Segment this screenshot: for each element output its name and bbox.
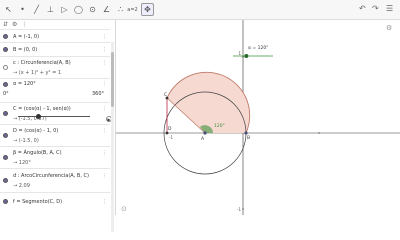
angle-label: 120° <box>214 123 225 129</box>
slider-tool-icon[interactable]: a=2 <box>126 3 139 16</box>
item-definition[interactable]: c : Circunferencia(A, B) <box>13 60 71 66</box>
graphics-slider-knob <box>244 54 249 58</box>
more-icon[interactable]: ⋮ <box>21 21 27 28</box>
label-A: A <box>201 136 205 142</box>
visibility-toggle[interactable] <box>3 82 8 87</box>
label-D: D <box>168 126 172 132</box>
point-tool-icon[interactable]: • <box>16 3 29 16</box>
list-item[interactable]: B = (0, 0) ⋮ <box>0 42 110 56</box>
alpha-slider-track[interactable] <box>18 116 90 117</box>
list-item[interactable]: d : ArcoCircunferencia(A, B, C) → 2.09 ⋮ <box>0 168 110 192</box>
ellipse-tool-icon[interactable]: ⊙ <box>86 3 99 16</box>
point-B <box>244 131 248 135</box>
visibility-toggle[interactable] <box>3 199 8 204</box>
point-D <box>165 131 169 135</box>
item-menu-icon[interactable]: ⋮ <box>102 106 107 112</box>
item-definition[interactable]: A = (-1, 0) <box>13 34 39 40</box>
item-result: → 120° <box>13 160 31 166</box>
label-B: B <box>247 135 250 141</box>
item-result: → 2.09 <box>13 183 30 189</box>
list-item[interactable]: c : Circunferencia(A, B) → (x + 1)² + y²… <box>0 56 110 78</box>
item-definition[interactable]: C = (cos(α) - 1, sen(α)) <box>13 106 71 112</box>
item-definition[interactable]: D = (cos(α) - 1, 0) <box>13 128 58 134</box>
list-item[interactable]: α = 120° 0° 360° ⋮ <box>0 78 110 102</box>
menu-icon[interactable]: ☰ <box>386 4 393 13</box>
item-definition[interactable]: α = 120° <box>13 81 36 87</box>
visibility-toggle[interactable] <box>3 111 8 116</box>
x-tick-label: -1 <box>169 135 173 140</box>
graphics-canvas[interactable]: 1 -1 -1 120° C D A B α = 120° <box>116 20 400 215</box>
algebra-view: ⇵ ⚙ ⋮ A = (-1, 0) ⋮ B = (0, 0) ⋮ c : Cir… <box>0 20 116 232</box>
point-A <box>203 131 207 135</box>
item-menu-icon[interactable]: ⋮ <box>102 173 107 179</box>
item-definition[interactable]: f = Segmento(C, D) <box>13 199 62 205</box>
algebra-scrollbar[interactable] <box>111 42 114 232</box>
y-tick-label: 1 <box>238 51 241 56</box>
graphics-view[interactable]: 1 -1 -1 120° C D A B α = 120° ⊙ ⚙ <box>116 20 400 215</box>
label-C: C <box>164 92 167 98</box>
list-item[interactable]: A = (-1, 0) ⋮ <box>0 29 110 42</box>
slider-min-label: 0° <box>3 91 9 97</box>
graphics-slider-label: α = 120° <box>248 45 268 51</box>
item-menu-icon[interactable]: ⋮ <box>102 150 107 156</box>
visibility-toggle[interactable] <box>3 133 8 138</box>
polygon-tool-icon[interactable]: ▷ <box>58 3 71 16</box>
sort-icon[interactable]: ⇵ <box>3 21 8 28</box>
visibility-toggle[interactable] <box>3 47 8 52</box>
alpha-slider-knob[interactable] <box>36 114 41 119</box>
visibility-toggle[interactable] <box>3 65 8 70</box>
redo-icon[interactable]: ↷ <box>372 4 379 13</box>
list-item[interactable]: f = Segmento(C, D) ⋮ <box>0 192 110 210</box>
scrollbar-thumb[interactable] <box>111 52 114 107</box>
undo-icon[interactable]: ↶ <box>359 4 366 13</box>
item-menu-icon[interactable]: ⋮ <box>102 60 107 66</box>
visibility-toggle[interactable] <box>3 178 8 183</box>
item-definition[interactable]: B = (0, 0) <box>13 47 37 53</box>
item-menu-icon[interactable]: ⋮ <box>102 128 107 134</box>
algebra-header: ⇵ ⚙ ⋮ <box>0 20 115 28</box>
perpendicular-tool-icon[interactable]: ⊥ <box>44 3 57 16</box>
line-tool-icon[interactable]: ╱ <box>30 3 43 16</box>
item-menu-icon[interactable]: ⋮ <box>102 81 107 87</box>
visibility-toggle[interactable] <box>3 155 8 160</box>
view-toggle-icon[interactable]: ⊙ <box>121 205 127 213</box>
angle-tool-icon[interactable]: ∠ <box>100 3 113 16</box>
item-definition[interactable]: d : ArcoCircunferencia(A, B, C) <box>13 173 89 179</box>
slider-max-label: 360° <box>92 91 105 97</box>
pointer-tool-icon[interactable]: ↖ <box>2 3 15 16</box>
move-graphics-tool-icon[interactable]: ✥ <box>141 3 154 16</box>
item-definition[interactable]: β = Ángulo(B, A, C) <box>13 150 62 156</box>
circle-tool-icon[interactable]: ◯ <box>72 3 85 16</box>
settings-icon[interactable]: ⚙ <box>12 21 17 28</box>
visibility-toggle[interactable] <box>3 34 8 39</box>
item-result: → (x + 1)² + y² = 1 <box>13 70 62 76</box>
item-result: → (-1.5, 0) <box>13 138 39 144</box>
toolbar: ↖ • ╱ ⊥ ▷ ◯ ⊙ ∠ ∴ a=2 ✥ ↶ ↷ ☰ <box>0 0 400 20</box>
item-menu-icon[interactable]: ⋮ <box>102 199 107 205</box>
item-menu-icon[interactable]: ⋮ <box>102 34 107 40</box>
list-item[interactable]: D = (cos(α) - 1, 0) → (-1.5, 0) ⋮ <box>0 124 110 146</box>
list-item[interactable]: β = Ángulo(B, A, C) → 120° ⋮ <box>0 146 110 168</box>
y-tick-label: -1 <box>237 207 241 212</box>
item-menu-icon[interactable]: ⋮ <box>102 47 107 53</box>
graphics-settings-icon[interactable]: ⚙ <box>386 24 392 32</box>
list-item[interactable]: C = (cos(α) - 1, sen(α)) → (-1.5, 0.87) … <box>0 102 110 124</box>
